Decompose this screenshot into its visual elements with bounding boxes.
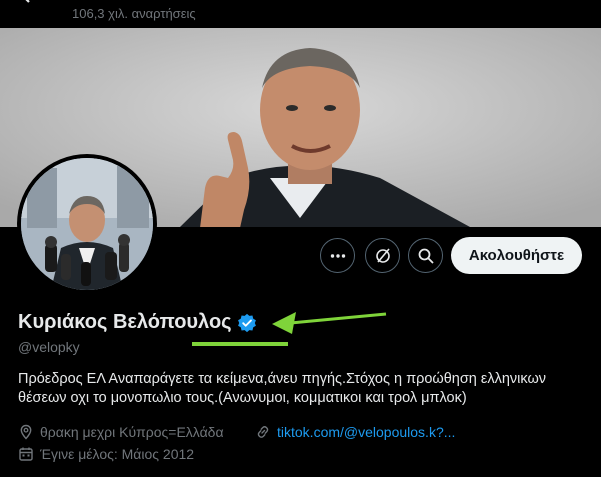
joined-row: Έγινε μέλος: Μάιος 2012 bbox=[18, 446, 194, 462]
link-icon bbox=[257, 426, 269, 438]
profile-link[interactable]: tiktok.com/@velopoulos.k?... bbox=[277, 424, 455, 440]
location-row: θρακη μεχρι Κύπρος=Ελλάδα bbox=[18, 424, 224, 440]
profile-handle: @velopky bbox=[18, 339, 80, 355]
profile-avatar[interactable] bbox=[17, 154, 157, 294]
location-pin-icon bbox=[20, 424, 32, 440]
search-icon bbox=[418, 248, 434, 264]
annotation-arrow-icon bbox=[192, 312, 387, 346]
link-row: tiktok.com/@velopoulos.k?... bbox=[255, 424, 455, 440]
grok-button[interactable] bbox=[365, 238, 400, 273]
grok-icon bbox=[375, 247, 390, 263]
follow-button[interactable]: Ακολουθήστε bbox=[451, 237, 582, 274]
joined-text: Έγινε μέλος: Μάιος 2012 bbox=[40, 446, 195, 462]
more-icon bbox=[330, 253, 345, 258]
avatar-photo bbox=[21, 158, 153, 290]
search-button[interactable] bbox=[408, 238, 443, 273]
profile-bio: Πρόεδρος ΕΛ Αναπαράγετε τα κείμενα,άνευ … bbox=[18, 371, 547, 406]
top-bar: 106,3 χιλ. αναρτήσεις bbox=[0, 0, 601, 28]
back-arrow-icon[interactable] bbox=[18, 0, 42, 12]
calendar-icon bbox=[19, 447, 33, 461]
post-count: 106,3 χιλ. αναρτήσεις bbox=[72, 6, 196, 21]
more-button[interactable] bbox=[320, 238, 355, 273]
location-text: θρακη μεχρι Κύπρος=Ελλάδα bbox=[40, 424, 224, 440]
